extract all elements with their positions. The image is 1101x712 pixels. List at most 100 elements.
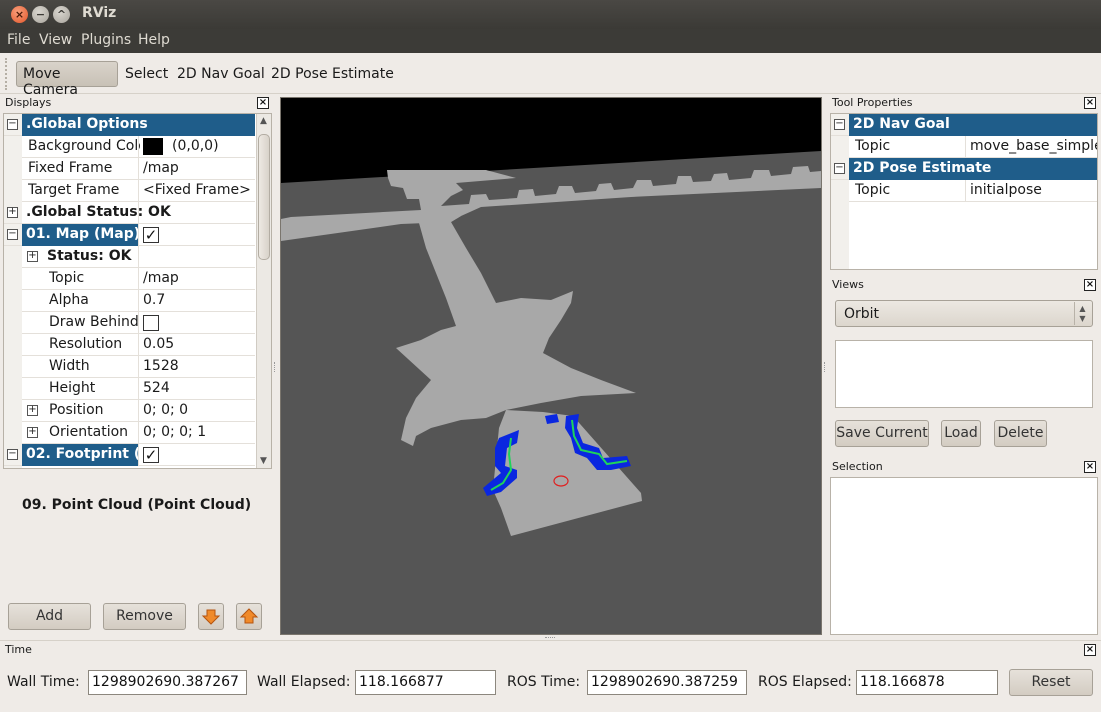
draw-behind-checkbox[interactable] bbox=[143, 315, 159, 331]
target-frame-label: Target Frame bbox=[28, 182, 120, 198]
wall-elapsed-label: Wall Elapsed: bbox=[257, 674, 351, 690]
collapse-icon[interactable]: − bbox=[7, 119, 18, 130]
tree-gutter bbox=[831, 114, 849, 269]
menu-file[interactable]: File bbox=[7, 32, 30, 48]
row-position[interactable]: + Position 0; 0; 0 bbox=[22, 400, 255, 422]
ros-time-field[interactable]: 1298902690.387259 bbox=[587, 670, 747, 695]
nav-goal-topic-label: Topic bbox=[855, 138, 891, 154]
scrollbar-thumb[interactable] bbox=[258, 134, 270, 260]
view-type-select[interactable]: Orbit ▲ ▼ bbox=[835, 300, 1093, 327]
remove-display-button[interactable]: Remove bbox=[103, 603, 186, 630]
draw-behind-label: Draw Behind bbox=[49, 314, 139, 330]
fixed-frame-value[interactable]: /map bbox=[143, 158, 255, 180]
row-map-display[interactable]: − 01. Map (Map) ✓ bbox=[4, 224, 255, 246]
menu-help[interactable]: Help bbox=[138, 32, 170, 48]
row-target-frame[interactable]: Target Frame <Fixed Frame> bbox=[22, 180, 255, 202]
displays-panel-title: Displays bbox=[5, 96, 52, 109]
row-pose-estimate[interactable]: − 2D Pose Estimate bbox=[831, 158, 1097, 180]
displays-scrollbar[interactable]: ▲ ▼ bbox=[256, 114, 271, 468]
tool-properties-close-icon[interactable]: × bbox=[1084, 97, 1096, 109]
position-value[interactable]: 0; 0; 0 bbox=[143, 400, 255, 422]
row-height[interactable]: Height 524 bbox=[22, 378, 255, 400]
orientation-label: Orientation bbox=[49, 424, 129, 440]
expand-icon[interactable]: + bbox=[27, 251, 38, 262]
row-draw-behind[interactable]: Draw Behind bbox=[22, 312, 255, 334]
views-close-icon[interactable]: × bbox=[1084, 279, 1096, 291]
left-splitter-handle[interactable] bbox=[274, 362, 277, 372]
ros-elapsed-label: ROS Elapsed: bbox=[758, 674, 852, 690]
row-width[interactable]: Width 1528 bbox=[22, 356, 255, 378]
background-color-value[interactable]: (0,0,0) bbox=[172, 136, 252, 158]
map-enabled-checkbox[interactable]: ✓ bbox=[143, 227, 159, 243]
row-map-status[interactable]: + Status: OK bbox=[22, 246, 255, 268]
row-background-color[interactable]: Background Colo (0,0,0) bbox=[22, 136, 255, 158]
tool-properties-tree: − 2D Nav Goal Topic move_base_simple − 2… bbox=[830, 113, 1098, 270]
tool-2d-pose-estimate-button[interactable]: 2D Pose Estimate bbox=[271, 66, 394, 82]
height-label: Height bbox=[49, 380, 96, 396]
alpha-value[interactable]: 0.7 bbox=[143, 290, 255, 312]
right-splitter-handle[interactable] bbox=[824, 362, 827, 372]
window-minimize-button[interactable]: − bbox=[32, 6, 49, 23]
window-title: RViz bbox=[82, 5, 117, 21]
position-label: Position bbox=[49, 402, 104, 418]
views-list[interactable] bbox=[835, 340, 1093, 408]
render-viewport[interactable] bbox=[280, 97, 822, 635]
column-separator bbox=[965, 136, 966, 158]
reset-time-button[interactable]: Reset bbox=[1009, 669, 1093, 696]
move-up-button[interactable] bbox=[236, 603, 262, 630]
row-global-options[interactable]: − .Global Options bbox=[4, 114, 255, 136]
row-topic[interactable]: Topic /map bbox=[22, 268, 255, 290]
displays-close-icon[interactable]: × bbox=[257, 97, 269, 109]
orientation-value[interactable]: 0; 0; 0; 1 bbox=[143, 422, 255, 444]
load-view-button[interactable]: Load bbox=[941, 420, 981, 447]
pose-estimate-label: 2D Pose Estimate bbox=[849, 158, 1097, 180]
wall-time-field[interactable]: 1298902690.387267 bbox=[88, 670, 247, 695]
row-footprint-display[interactable]: − 02. Footprint ( ✓ bbox=[4, 444, 255, 466]
color-swatch[interactable] bbox=[143, 138, 163, 155]
tool-select-button[interactable]: Select bbox=[125, 66, 168, 82]
menu-bar: File View Plugins Help bbox=[0, 29, 1101, 53]
wall-elapsed-field[interactable]: 118.166877 bbox=[355, 670, 496, 695]
row-pose-estimate-topic[interactable]: Topic initialpose bbox=[849, 180, 1097, 202]
menu-view[interactable]: View bbox=[39, 32, 72, 48]
selection-close-icon[interactable]: × bbox=[1084, 461, 1096, 473]
row-global-status[interactable]: + .Global Status: OK bbox=[4, 202, 255, 224]
nav-goal-topic-value[interactable]: move_base_simple bbox=[970, 136, 1097, 158]
resolution-value[interactable]: 0.05 bbox=[143, 334, 255, 356]
menu-plugins[interactable]: Plugins bbox=[81, 32, 131, 48]
window-close-button[interactable]: × bbox=[11, 6, 28, 23]
row-resolution[interactable]: Resolution 0.05 bbox=[22, 334, 255, 356]
footprint-enabled-checkbox[interactable]: ✓ bbox=[143, 447, 159, 463]
target-frame-value[interactable]: <Fixed Frame> bbox=[143, 180, 255, 202]
tool-move-camera-button[interactable]: Move Camera bbox=[16, 61, 118, 98]
topic-value[interactable]: /map bbox=[143, 268, 255, 290]
collapse-icon[interactable]: − bbox=[7, 449, 18, 460]
topic-label: Topic bbox=[49, 270, 85, 286]
move-down-button[interactable] bbox=[198, 603, 224, 630]
row-orientation[interactable]: + Orientation 0; 0; 0; 1 bbox=[22, 422, 255, 444]
scroll-down-icon[interactable]: ▼ bbox=[260, 456, 267, 466]
expand-icon[interactable]: + bbox=[27, 427, 38, 438]
ros-elapsed-field[interactable]: 118.166878 bbox=[856, 670, 998, 695]
row-fixed-frame[interactable]: Fixed Frame /map bbox=[22, 158, 255, 180]
add-display-button[interactable]: Add bbox=[8, 603, 91, 630]
pose-estimate-topic-value[interactable]: initialpose bbox=[970, 180, 1097, 202]
row-nav-goal-topic[interactable]: Topic move_base_simple bbox=[849, 136, 1097, 158]
tool-2d-nav-goal-button[interactable]: 2D Nav Goal bbox=[177, 66, 265, 82]
expand-icon[interactable]: + bbox=[7, 207, 18, 218]
expand-icon[interactable]: + bbox=[27, 405, 38, 416]
window-maximize-button[interactable]: ^ bbox=[53, 6, 70, 23]
row-nav-goal[interactable]: − 2D Nav Goal bbox=[831, 114, 1097, 136]
save-current-view-button[interactable]: Save Current bbox=[835, 420, 929, 447]
delete-view-button[interactable]: Delete bbox=[994, 420, 1047, 447]
collapse-icon[interactable]: − bbox=[834, 163, 845, 174]
collapse-icon[interactable]: − bbox=[834, 119, 845, 130]
time-close-icon[interactable]: × bbox=[1084, 644, 1096, 656]
toolbar-grip-handle[interactable] bbox=[5, 58, 9, 90]
height-value[interactable]: 524 bbox=[143, 378, 255, 400]
collapse-icon[interactable]: − bbox=[7, 229, 18, 240]
footprint-display-label: 02. Footprint ( bbox=[22, 444, 138, 466]
row-alpha[interactable]: Alpha 0.7 bbox=[22, 290, 255, 312]
scroll-up-icon[interactable]: ▲ bbox=[260, 116, 267, 126]
width-value[interactable]: 1528 bbox=[143, 356, 255, 378]
